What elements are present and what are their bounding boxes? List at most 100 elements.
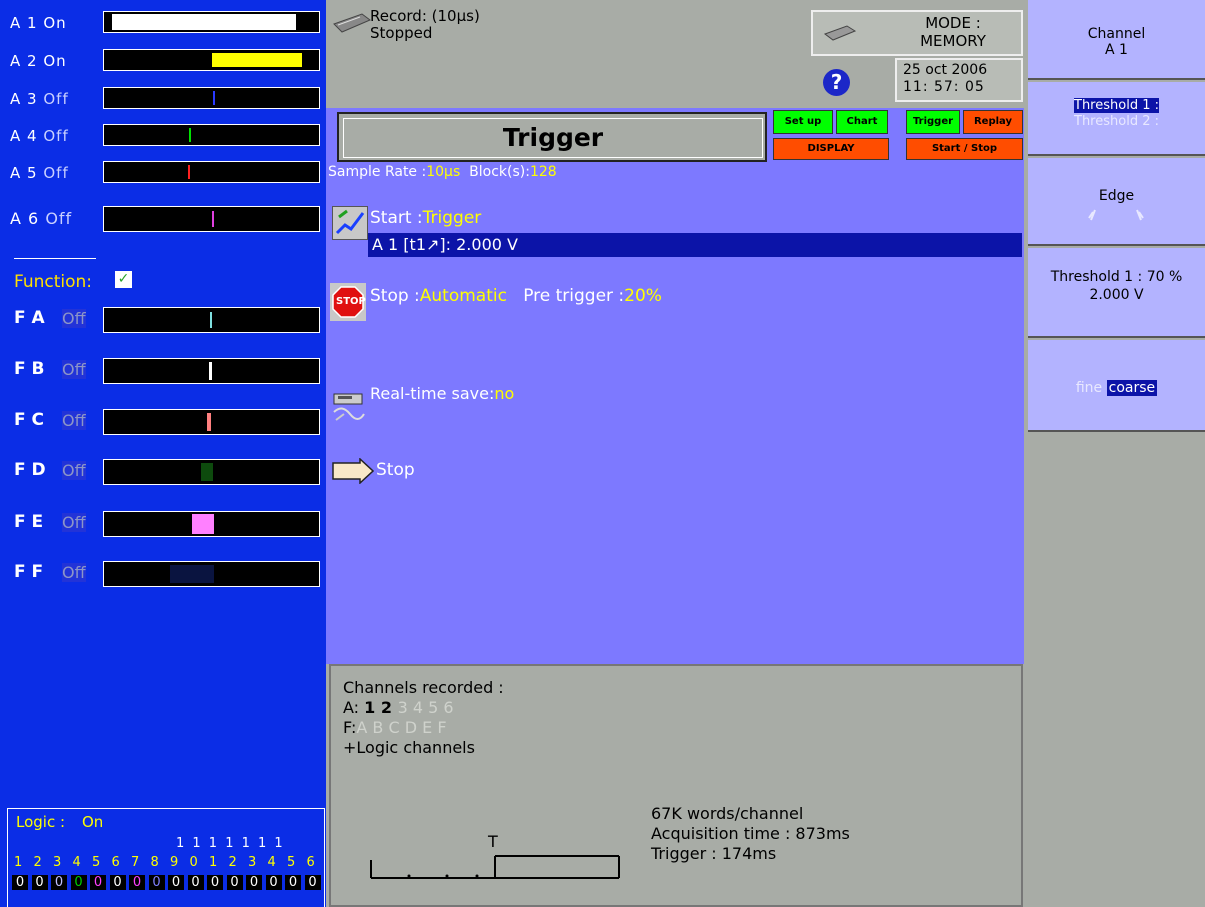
channel-row-fa[interactable]: F A Off: [0, 305, 326, 335]
tab-trigger[interactable]: Trigger: [906, 110, 960, 134]
function-checkbox[interactable]: ✓: [115, 271, 132, 288]
pretrigger-label: Pre trigger :: [523, 286, 625, 306]
logic-digit: 5: [287, 855, 296, 870]
start-line[interactable]: Start :Trigger: [370, 208, 481, 228]
logic-value: 0: [70, 875, 87, 890]
mode-box[interactable]: MODE : MEMORY: [811, 10, 1023, 56]
start-stop-button[interactable]: Start / Stop: [906, 138, 1023, 160]
channel-bar-fb: [103, 358, 320, 384]
logic-digit: 2: [33, 855, 42, 870]
sample-rate-label: Sample Rate :: [328, 164, 427, 180]
acquisition-time: Acquisition time : 873ms: [651, 824, 850, 843]
logic-value: 0: [207, 875, 223, 890]
logic-digit: 4: [72, 855, 81, 870]
threshold1-option[interactable]: Threshold 1 :: [1074, 98, 1159, 113]
falling-edge-icon: [1135, 209, 1144, 221]
channel-row-fe[interactable]: F E Off: [0, 509, 326, 539]
level-indicator: [112, 14, 296, 30]
realtime-save-line[interactable]: Real-time save:no: [370, 384, 514, 403]
channel-label: A 1: [10, 14, 38, 32]
channel-state: Off: [43, 90, 69, 108]
channel-softkey[interactable]: Channel A 1: [1028, 0, 1205, 80]
logic-digit: 9: [170, 855, 179, 870]
coarse-option[interactable]: coarse: [1106, 380, 1158, 396]
channel-state: On: [43, 52, 67, 70]
stop-sign-text: STOP: [336, 296, 366, 307]
help-icon[interactable]: ?: [823, 69, 850, 96]
memory-card-icon: [823, 24, 857, 46]
channel-bar-ff: [103, 561, 320, 587]
logic-value: 0: [285, 875, 301, 890]
channel-row-a2[interactable]: A 2 On: [0, 47, 326, 77]
sample-rate-value: 10µs: [426, 164, 461, 180]
channel-state: Off: [62, 309, 86, 328]
acquisition-status: Stop: [376, 460, 415, 480]
realtime-save-label: Real-time save:: [370, 384, 495, 403]
level-indicator: [212, 53, 302, 67]
threshold-select-softkey[interactable]: Threshold 1 : Threshold 2 :: [1028, 82, 1205, 156]
page-title-box: Trigger: [337, 112, 767, 162]
stop-line[interactable]: Stop :Automatic Pre trigger :20%: [370, 286, 662, 306]
threshold-info-line2: 2.000 V: [1089, 287, 1144, 303]
tab-chart[interactable]: Chart: [836, 110, 888, 134]
analog-recorded-row: A: 1 2 3 4 5 6: [343, 698, 454, 717]
logic-recorded-row: +Logic channels: [343, 738, 475, 757]
record-status-line1: Record: (10µs): [370, 7, 480, 25]
channel-state: Off: [62, 563, 86, 582]
words-per-channel: 67K words/channel: [651, 804, 804, 823]
channel-state: Off: [43, 127, 69, 145]
logic-digit: 0: [189, 855, 198, 870]
adjust-step-softkey[interactable]: fine coarse: [1028, 340, 1205, 432]
datetime-box: 25 oct 2006 11: 57: 05: [895, 58, 1023, 102]
sample-rate-line: Sample Rate :10µs Block(s):128: [328, 164, 557, 180]
edge-label: Edge: [1098, 188, 1135, 204]
channel-state: On: [43, 14, 67, 32]
channel-label: A 3: [10, 90, 38, 108]
channel-state: Off: [45, 209, 73, 228]
display-button[interactable]: DISPLAY: [773, 138, 889, 160]
logic-digit-row: 1234567890123456: [14, 855, 326, 873]
record-status-line2: Stopped: [370, 24, 433, 42]
logic-value: 0: [51, 875, 67, 890]
channel-row-a6[interactable]: A 6 Off: [0, 204, 326, 234]
level-indicator: [213, 91, 215, 105]
logic-digit: 6: [111, 855, 120, 870]
threshold-info-line1: Threshold 1 : 70 %: [1050, 269, 1183, 285]
channel-row-a5[interactable]: A 5 Off: [0, 159, 326, 189]
channel-row-fc[interactable]: F C Off: [0, 407, 326, 437]
start-trigger-icon[interactable]: [332, 206, 368, 240]
page-title: Trigger: [343, 118, 763, 158]
logic-digit: 8: [150, 855, 159, 870]
trigger-condition-row[interactable]: A 1 [t1↗]: 2.000 V: [368, 233, 1022, 257]
level-indicator: [192, 514, 214, 534]
channels-recorded-title: Channels recorded :: [343, 678, 504, 697]
logic-digit: 7: [131, 855, 140, 870]
logic-value: 0: [129, 875, 145, 890]
logic-digit: 3: [53, 855, 62, 870]
channel-row-fd[interactable]: F D Off: [0, 457, 326, 487]
channel-row-a4[interactable]: A 4 Off: [0, 122, 326, 152]
threshold-value-softkey[interactable]: Threshold 1 : 70 % 2.000 V: [1028, 248, 1205, 338]
logic-value: 0: [109, 875, 126, 890]
start-value: Trigger: [422, 208, 482, 228]
logic-tens-row: 1 1 1 1 1 1 1: [176, 836, 285, 851]
tab-setup[interactable]: Set up: [773, 110, 833, 134]
logic-panel[interactable]: Logic : On 1 1 1 1 1 1 1 123456789012345…: [7, 808, 325, 907]
tab-replay[interactable]: Replay: [963, 110, 1023, 134]
channel-bar-a3: [103, 87, 320, 109]
channel-label: A 2: [10, 52, 38, 70]
disk-save-icon[interactable]: [332, 388, 366, 426]
softkey-panel: Channel A 1 Threshold 1 : Threshold 2 : …: [1024, 0, 1205, 907]
channel-row-a1[interactable]: A 1 On: [0, 9, 326, 39]
channel-row-ff[interactable]: F F Off: [0, 559, 326, 589]
recorded-function-inactive: A B C D E F: [356, 718, 447, 737]
stop-sign-icon[interactable]: STOP: [330, 283, 366, 321]
fine-option[interactable]: fine: [1076, 380, 1102, 396]
channel-row-fb[interactable]: F B Off: [0, 356, 326, 386]
threshold2-option[interactable]: Threshold 2 :: [1028, 114, 1205, 130]
level-indicator: [201, 463, 213, 481]
channel-label: F F: [14, 562, 44, 582]
edge-softkey[interactable]: Edge: [1028, 158, 1205, 246]
channel-row-a3[interactable]: A 3 Off: [0, 85, 326, 115]
channel-softkey-label: Channel: [1087, 26, 1146, 42]
